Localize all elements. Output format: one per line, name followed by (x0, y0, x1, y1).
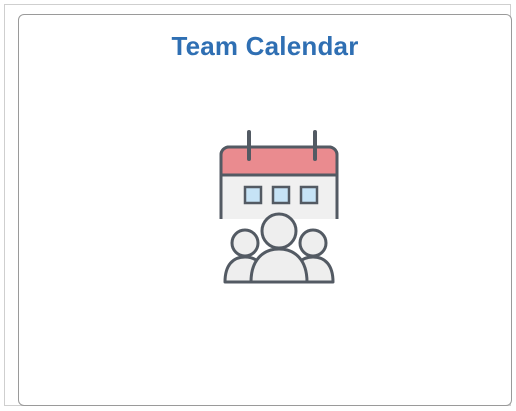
team-calendar-tile[interactable]: Team Calendar (18, 14, 512, 406)
tile-title: Team Calendar (171, 31, 359, 61)
page: Team Calendar (0, 0, 516, 411)
team-calendar-icon (201, 117, 357, 287)
